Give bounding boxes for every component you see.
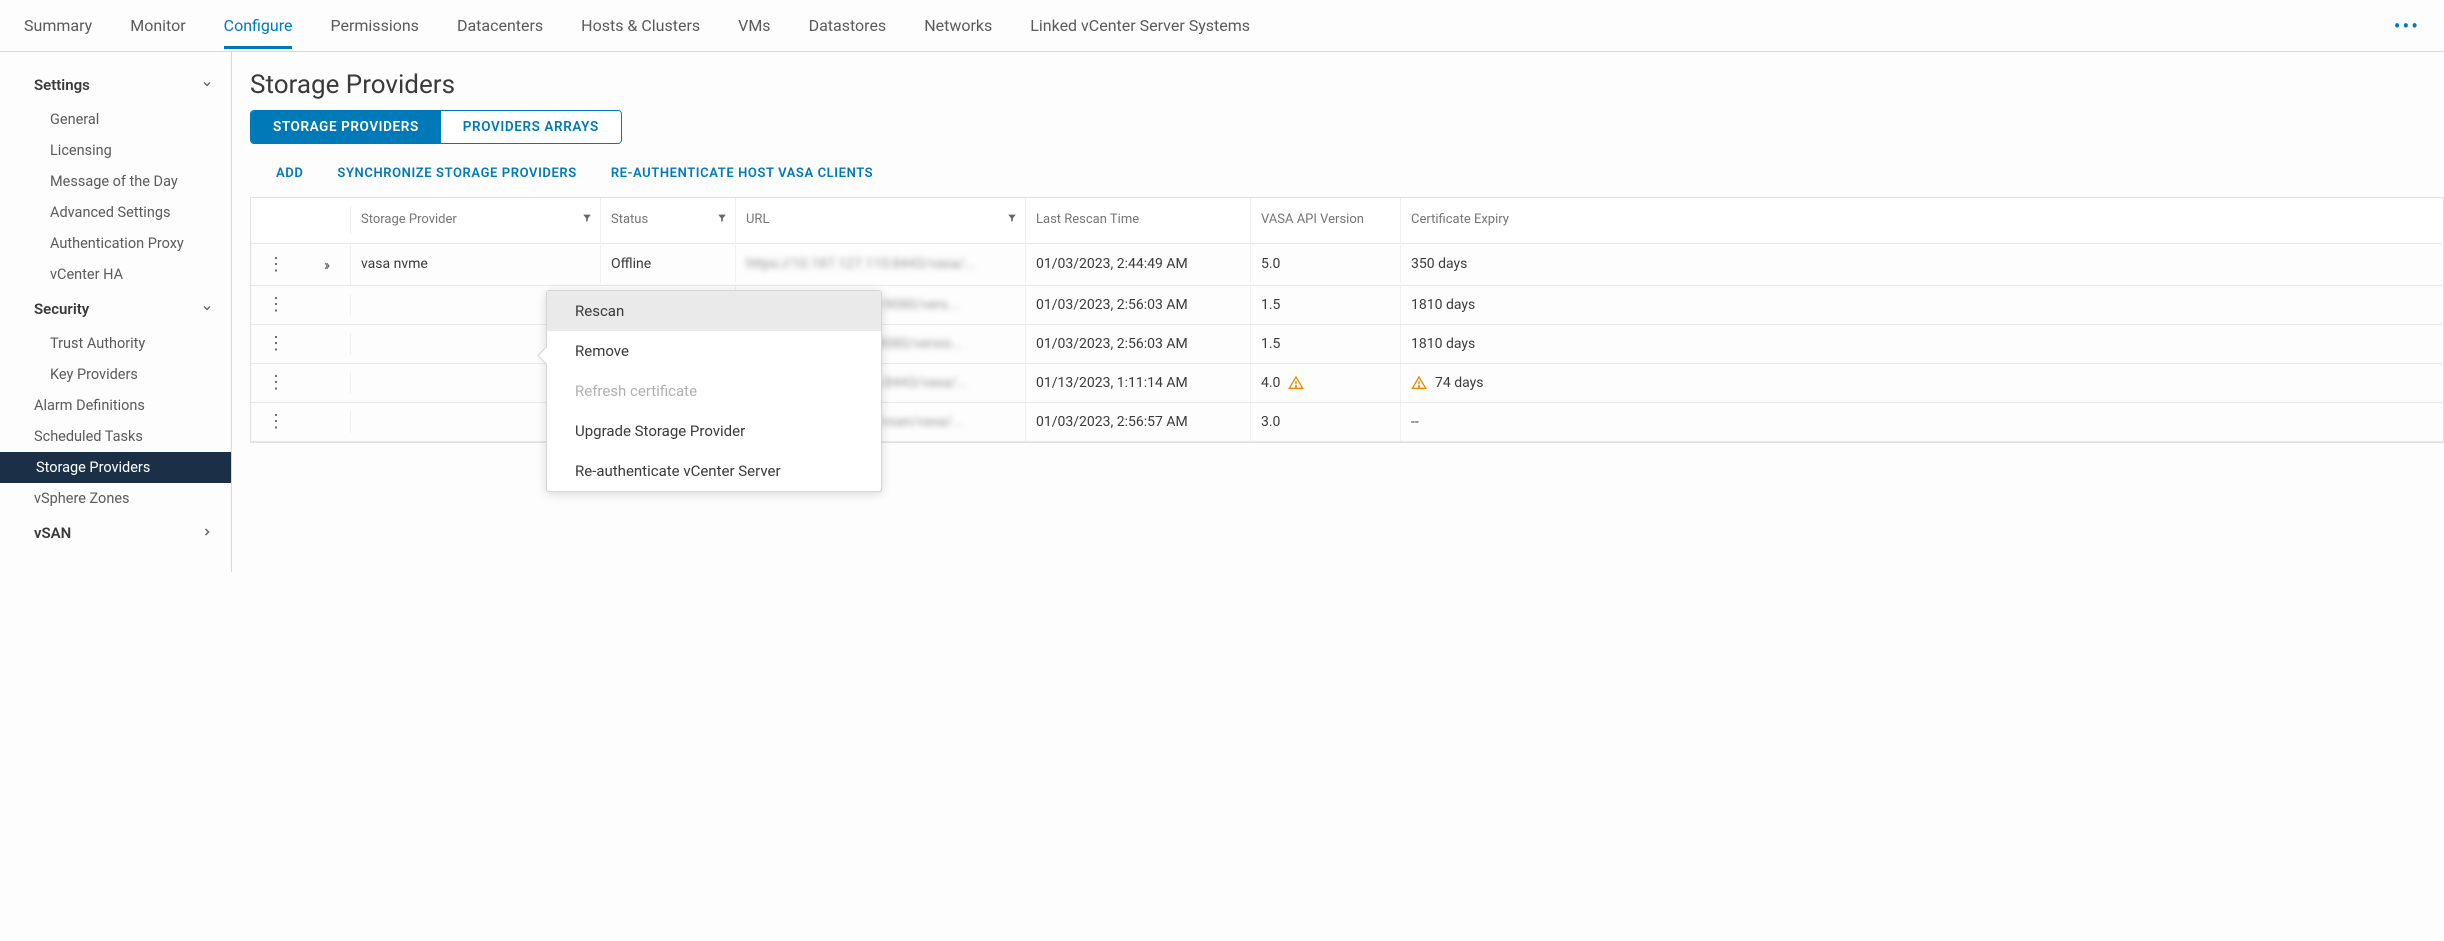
providers-table: Storage Provider Status URL Last Rescan … [250, 197, 2444, 443]
row-expand-icon[interactable]: ›› [301, 244, 351, 285]
tab-datastores[interactable]: Datastores [809, 2, 887, 49]
filter-icon[interactable] [1007, 212, 1017, 229]
tab-networks[interactable]: Networks [924, 2, 992, 49]
cell-api: 5.0 [1251, 245, 1401, 283]
row-expand-icon[interactable] [301, 372, 351, 394]
ctx-rescan[interactable]: Rescan [547, 291, 881, 331]
sidebar-item-auth-proxy[interactable]: Authentication Proxy [0, 228, 231, 259]
row-menu-icon[interactable]: ⋮ [251, 407, 301, 436]
sidebar-group-security[interactable]: Security [0, 290, 231, 328]
sidebar-item-general[interactable]: General [0, 104, 231, 135]
filter-icon[interactable] [717, 212, 727, 229]
main-content: Storage Providers STORAGE PROVIDERS PROV… [232, 52, 2444, 572]
ctx-upgrade-provider[interactable]: Upgrade Storage Provider [547, 411, 881, 451]
warning-icon [1288, 375, 1304, 391]
cell-rescan: 01/13/2023, 1:11:14 AM [1026, 364, 1251, 402]
cell-expiry: 1810 days [1401, 286, 2443, 324]
col-cert-expiry[interactable]: Certificate Expiry [1401, 198, 2443, 243]
cell-rescan: 01/03/2023, 2:56:57 AM [1026, 403, 1251, 441]
cell-url: https://10.187.127.110:8443/vasa/... [736, 245, 1026, 283]
col-last-rescan[interactable]: Last Rescan Time [1026, 198, 1251, 243]
col-label: Certificate Expiry [1411, 212, 1509, 227]
sidebar-item-motd[interactable]: Message of the Day [0, 166, 231, 197]
filter-icon[interactable] [582, 212, 592, 229]
more-tabs-icon[interactable]: ••• [2394, 14, 2420, 38]
tab-linked-vcenter[interactable]: Linked vCenter Server Systems [1030, 2, 1250, 49]
row-expand-icon[interactable] [301, 411, 351, 433]
ctx-remove[interactable]: Remove [547, 331, 881, 371]
tab-vms[interactable]: VMs [738, 2, 770, 49]
sidebar-group-label: vSAN [34, 524, 71, 542]
sidebar-item-advanced[interactable]: Advanced Settings [0, 197, 231, 228]
row-menu-icon[interactable]: ⋮ [251, 329, 301, 358]
col-label: Status [611, 212, 648, 227]
sidebar-group-settings[interactable]: Settings [0, 66, 231, 104]
cell-expiry: 74 days [1401, 364, 2443, 402]
cell-rescan: 01/03/2023, 2:44:49 AM [1026, 245, 1251, 283]
chevron-down-icon [201, 78, 213, 93]
tab-hosts-clusters[interactable]: Hosts & Clusters [581, 2, 700, 49]
col-storage-provider[interactable]: Storage Provider [351, 198, 601, 243]
cell-expiry: -- [1401, 403, 2443, 441]
col-expand [301, 206, 351, 234]
cell-provider: vasa nvme [351, 245, 601, 283]
col-url[interactable]: URL [736, 198, 1026, 243]
action-synchronize[interactable]: SYNCHRONIZE STORAGE PROVIDERS [337, 166, 576, 181]
tab-permissions[interactable]: Permissions [330, 2, 418, 49]
cell-api: 1.5 [1251, 325, 1401, 363]
sidebar-group-vsan[interactable]: vSAN [0, 514, 231, 552]
table-header-row: Storage Provider Status URL Last Rescan … [251, 198, 2443, 244]
col-label: URL [746, 212, 769, 227]
sidebar-item-alarm-definitions[interactable]: Alarm Definitions [0, 390, 231, 421]
col-label: Last Rescan Time [1036, 212, 1139, 227]
row-expand-icon[interactable] [301, 333, 351, 355]
row-context-menu: Rescan Remove Refresh certificate Upgrad… [546, 290, 882, 492]
action-bar: ADD SYNCHRONIZE STORAGE PROVIDERS RE-AUT… [250, 162, 2444, 197]
row-expand-icon[interactable] [301, 294, 351, 316]
inner-tab-storage-providers[interactable]: STORAGE PROVIDERS [251, 111, 441, 143]
top-tab-bar: Summary Monitor Configure Permissions Da… [0, 0, 2444, 52]
tab-datacenters[interactable]: Datacenters [457, 2, 543, 49]
tab-summary[interactable]: Summary [24, 2, 92, 49]
sidebar: Settings General Licensing Message of th… [0, 52, 232, 572]
cell-api: 3.0 [1251, 403, 1401, 441]
sidebar-item-key-providers[interactable]: Key Providers [0, 359, 231, 390]
col-label: VASA API Version [1261, 212, 1364, 227]
cell-api: 1.5 [1251, 286, 1401, 324]
cell-expiry: 350 days [1401, 245, 2443, 283]
sidebar-item-licensing[interactable]: Licensing [0, 135, 231, 166]
col-vasa-api[interactable]: VASA API Version [1251, 198, 1401, 243]
table-row[interactable]: ⋮››vasa nvmeOfflinehttps://10.187.127.11… [251, 244, 2443, 286]
cell-status: Offline [601, 245, 736, 283]
row-menu-icon[interactable]: ⋮ [251, 290, 301, 319]
cell-rescan: 01/03/2023, 2:56:03 AM [1026, 325, 1251, 363]
tab-monitor[interactable]: Monitor [130, 2, 185, 49]
cell-api: 4.0 [1251, 364, 1401, 402]
sidebar-item-vsphere-zones[interactable]: vSphere Zones [0, 483, 231, 514]
sidebar-item-storage-providers[interactable]: Storage Providers [0, 452, 231, 483]
ctx-reauth-vcenter[interactable]: Re-authenticate vCenter Server [547, 451, 881, 491]
cell-rescan: 01/03/2023, 2:56:03 AM [1026, 286, 1251, 324]
warning-icon [1411, 375, 1427, 391]
chevron-down-icon [201, 302, 213, 317]
action-reauth-host-vasa[interactable]: RE-AUTHENTICATE HOST VASA CLIENTS [611, 166, 873, 181]
sidebar-item-trust-authority[interactable]: Trust Authority [0, 328, 231, 359]
action-add[interactable]: ADD [276, 166, 303, 181]
cell-expiry: 1810 days [1401, 325, 2443, 363]
chevron-right-icon [201, 526, 213, 541]
inner-tab-bar: STORAGE PROVIDERS PROVIDERS ARRAYS [250, 110, 622, 144]
page-title: Storage Providers [250, 70, 2444, 100]
inner-tab-providers-arrays[interactable]: PROVIDERS ARRAYS [441, 111, 621, 143]
row-menu-icon[interactable]: ⋮ [251, 368, 301, 397]
sidebar-group-label: Security [34, 300, 89, 318]
col-label: Storage Provider [361, 212, 457, 227]
tab-configure[interactable]: Configure [224, 2, 293, 49]
sidebar-group-label: Settings [34, 76, 90, 94]
col-status[interactable]: Status [601, 198, 736, 243]
col-menu [251, 206, 301, 234]
sidebar-item-scheduled-tasks[interactable]: Scheduled Tasks [0, 421, 231, 452]
ctx-refresh-cert: Refresh certificate [547, 371, 881, 411]
sidebar-item-vcenter-ha[interactable]: vCenter HA [0, 259, 231, 290]
row-menu-icon[interactable]: ⋮ [251, 250, 301, 279]
